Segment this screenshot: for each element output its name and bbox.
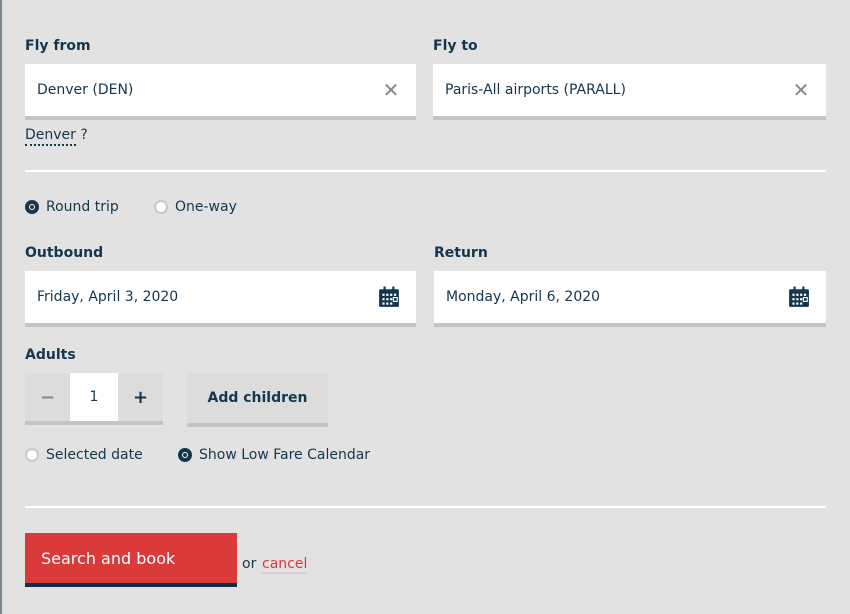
fly-to-label: Fly to: [433, 38, 478, 54]
search-and-book-button[interactable]: Search and book: [25, 533, 237, 587]
radio-low-fare-calendar[interactable]: Show Low Fare Calendar: [178, 447, 370, 463]
radio-label: One-way: [175, 199, 237, 215]
adults-label: Adults: [25, 347, 76, 363]
radio-checked-icon[interactable]: [178, 448, 192, 462]
fly-to-value[interactable]: Paris-All airports (PARALL): [433, 82, 786, 98]
help-mark: ?: [80, 127, 88, 143]
fly-to-field[interactable]: Paris-All airports (PARALL) ✕: [433, 64, 826, 120]
close-icon[interactable]: ✕: [786, 78, 816, 102]
or-text: or: [242, 556, 257, 572]
cancel-link[interactable]: cancel: [262, 556, 308, 574]
fly-from-value[interactable]: Denver (DEN): [25, 82, 376, 98]
add-children-button[interactable]: Add children: [187, 373, 328, 427]
radio-round-trip[interactable]: Round trip: [25, 199, 119, 215]
return-date-field[interactable]: Monday, April 6, 2020: [434, 271, 826, 327]
divider: [25, 506, 826, 508]
fly-from-label: Fly from: [25, 38, 91, 54]
radio-checked-icon[interactable]: [25, 200, 39, 214]
decrement-button[interactable]: −: [25, 373, 70, 421]
return-label: Return: [434, 245, 488, 261]
radio-label: Selected date: [46, 447, 143, 463]
outbound-date-value[interactable]: Friday, April 3, 2020: [25, 289, 378, 305]
increment-button[interactable]: +: [118, 373, 163, 421]
adults-stepper: − 1 +: [25, 373, 163, 425]
radio-unchecked-icon[interactable]: [25, 448, 39, 462]
outbound-label: Outbound: [25, 245, 104, 261]
close-icon[interactable]: ✕: [376, 78, 406, 102]
radio-label: Show Low Fare Calendar: [199, 447, 371, 463]
calendar-icon[interactable]: [378, 286, 400, 308]
adults-count-input[interactable]: 1: [70, 373, 118, 421]
divider: [25, 170, 826, 172]
window-edge: [0, 0, 2, 614]
radio-one-way[interactable]: One-way: [154, 199, 237, 215]
origin-city-link[interactable]: Denver: [25, 127, 76, 146]
radio-unchecked-icon[interactable]: [154, 200, 168, 214]
outbound-date-field[interactable]: Friday, April 3, 2020: [25, 271, 416, 327]
calendar-icon[interactable]: [788, 286, 810, 308]
radio-selected-date[interactable]: Selected date: [25, 447, 143, 463]
fly-from-field[interactable]: Denver (DEN) ✕: [25, 64, 416, 120]
return-date-value[interactable]: Monday, April 6, 2020: [434, 289, 788, 305]
origin-hint: Denver ?: [25, 127, 88, 146]
radio-label: Round trip: [46, 199, 119, 215]
